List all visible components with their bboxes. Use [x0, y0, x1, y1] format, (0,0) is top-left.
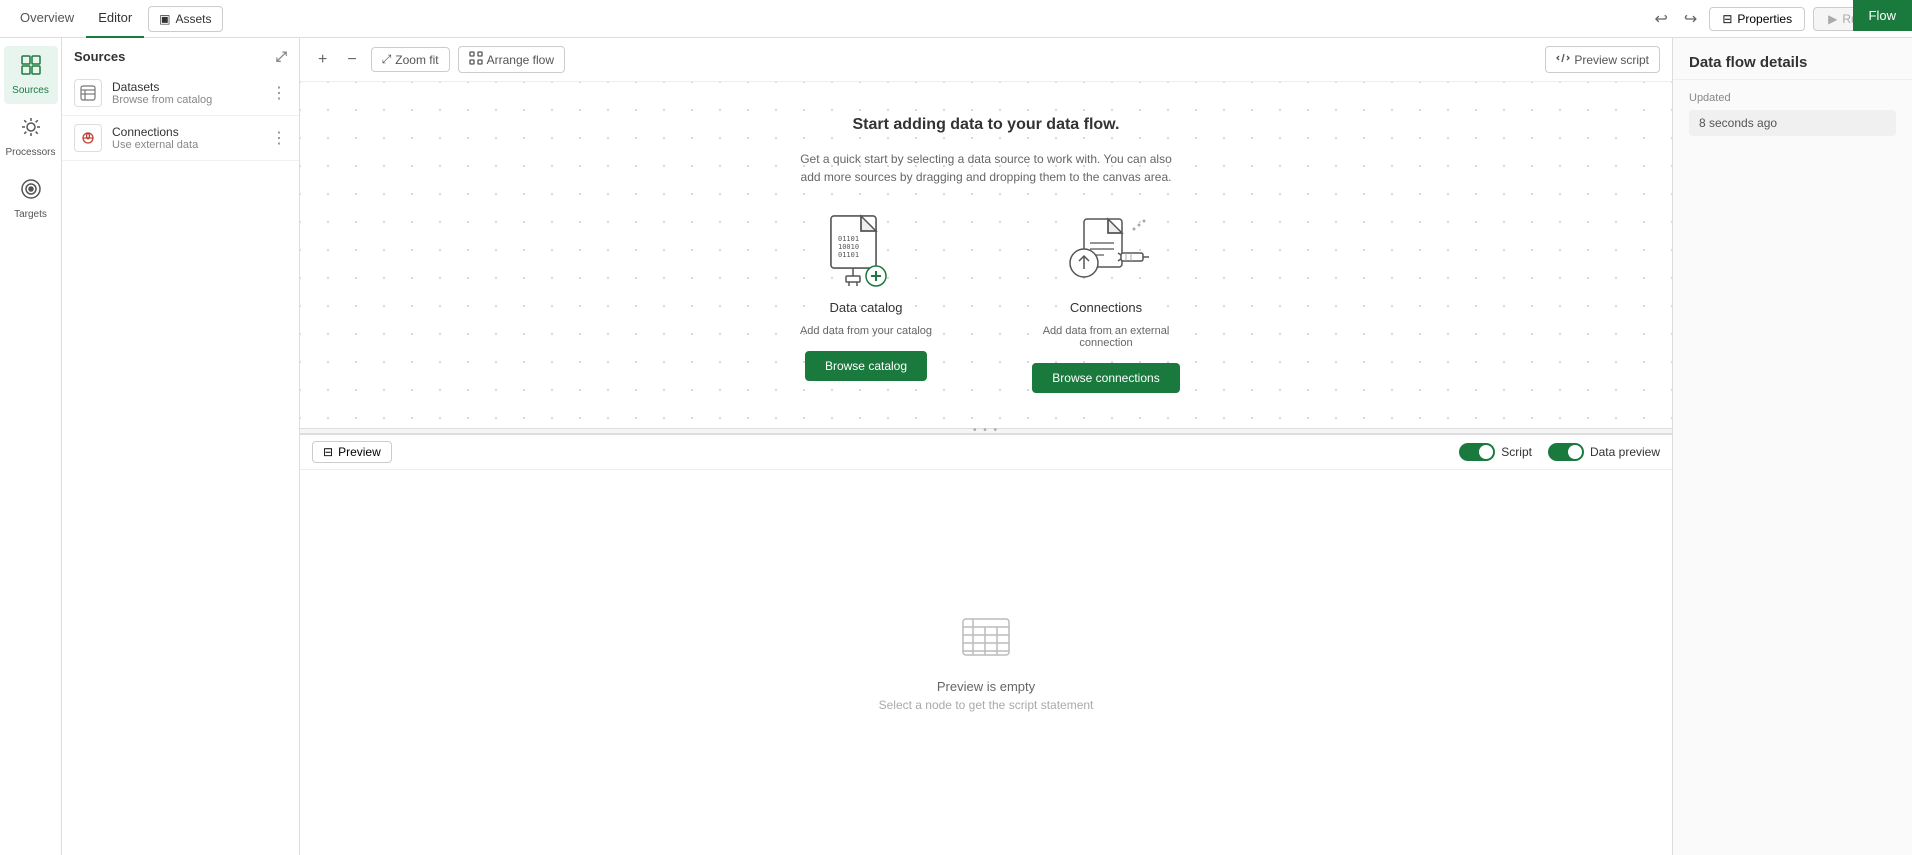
preview-label: Preview	[338, 445, 381, 459]
catalog-card-title: Data catalog	[830, 300, 903, 315]
canvas-toolbar-right: Preview script	[1545, 46, 1660, 73]
properties-label: Properties	[1737, 12, 1792, 26]
zoom-out-button[interactable]: −	[341, 47, 362, 73]
connections-card-title: Connections	[1070, 300, 1142, 315]
svg-text:01101: 01101	[838, 251, 859, 259]
source-item-connections[interactable]: Connections Use external data ⋮	[62, 116, 299, 161]
script-toggle[interactable]	[1459, 443, 1495, 461]
sources-icon	[20, 54, 42, 81]
canvas-heading: Start adding data to your data flow.	[853, 116, 1120, 134]
preview-script-label: Preview script	[1574, 53, 1649, 67]
main-layout: Sources Processors Targets	[0, 38, 1912, 855]
assets-label: Assets	[176, 12, 212, 26]
updated-value: 8 seconds ago	[1689, 110, 1896, 136]
browse-catalog-button[interactable]: Browse catalog	[805, 351, 927, 381]
preview-content: Preview is empty Select a node to get th…	[300, 469, 1672, 855]
zoom-fit-label: Zoom fit	[395, 53, 438, 67]
sidebar-item-targets[interactable]: Targets	[4, 170, 58, 228]
canvas-center: Start adding data to your data flow. Get…	[300, 82, 1672, 428]
connections-card: Connections Add data from an external co…	[1016, 210, 1196, 393]
connections-more-icon[interactable]: ⋮	[271, 128, 287, 148]
preview-button[interactable]: ⊟ Preview	[312, 441, 392, 463]
preview-bar-right: Script Data preview	[1459, 443, 1660, 461]
targets-icon	[20, 178, 42, 205]
script-toggle-label: Script	[1501, 445, 1532, 459]
zoom-in-button[interactable]: +	[312, 47, 333, 73]
preview-script-button[interactable]: Preview script	[1545, 46, 1660, 73]
datasets-title: Datasets	[112, 80, 261, 94]
source-item-datasets[interactable]: Datasets Browse from catalog ⋮	[62, 71, 299, 116]
preview-empty-title: Preview is empty	[937, 679, 1035, 694]
sidebar-item-sources[interactable]: Sources	[4, 46, 58, 104]
expand-icon[interactable]: ⤢	[276, 48, 287, 65]
connections-title: Connections	[112, 125, 261, 139]
data-preview-toggle-group: Data preview	[1548, 443, 1660, 461]
processors-icon	[20, 116, 42, 143]
script-toggle-group: Script	[1459, 443, 1532, 461]
preview-empty-subtitle: Select a node to get the script statemen…	[879, 698, 1094, 712]
arrange-flow-label: Arrange flow	[487, 53, 554, 67]
targets-label: Targets	[14, 209, 47, 220]
data-preview-toggle-label: Data preview	[1590, 445, 1660, 459]
connections-text: Connections Use external data	[112, 125, 261, 151]
svg-text:01101: 01101	[838, 235, 859, 243]
processors-label: Processors	[6, 147, 56, 158]
connections-card-icon	[1056, 210, 1156, 290]
datasets-text: Datasets Browse from catalog	[112, 80, 261, 106]
data-catalog-icon: 01101 10010 01101	[816, 210, 916, 290]
right-panel-updated: Updated 8 seconds ago	[1673, 80, 1912, 148]
preview-script-icon	[1556, 51, 1570, 68]
arrange-flow-button[interactable]: Arrange flow	[458, 46, 565, 73]
sources-label: Sources	[12, 85, 49, 96]
properties-icon: ⊟	[1722, 12, 1732, 26]
right-panel: Data flow details Updated 8 seconds ago	[1672, 38, 1912, 855]
sidebar-icons: Sources Processors Targets	[0, 38, 62, 855]
redo-button[interactable]: ↪	[1680, 5, 1701, 33]
run-flow-icon: ▶	[1828, 12, 1837, 26]
connections-icon	[74, 124, 102, 152]
top-nav: Overview Editor ▣ Assets ↩ ↪ ⊟ Propertie…	[0, 0, 1912, 38]
assets-icon: ▣	[159, 12, 170, 26]
preview-empty-icon	[961, 613, 1011, 667]
sidebar-item-processors[interactable]: Processors	[4, 108, 58, 166]
canvas-toolbar: + − ⤢ Zoom fit Arrange flow	[300, 38, 1672, 82]
right-panel-title: Data flow details	[1673, 38, 1912, 80]
arrange-flow-icon	[469, 51, 483, 68]
canvas-area: + − ⤢ Zoom fit Arrange flow	[300, 38, 1672, 855]
connections-subtitle: Use external data	[112, 139, 261, 151]
zoom-fit-button[interactable]: ⤢ Zoom fit	[371, 47, 450, 72]
datasets-more-icon[interactable]: ⋮	[271, 83, 287, 103]
properties-button[interactable]: ⊟ Properties	[1709, 7, 1805, 31]
undo-button[interactable]: ↩	[1651, 5, 1672, 33]
updated-label: Updated	[1689, 92, 1896, 104]
preview-bar: ⊟ Preview Script Data preview	[300, 434, 1672, 469]
browse-connections-button[interactable]: Browse connections	[1032, 363, 1179, 393]
tab-overview[interactable]: Overview	[8, 0, 86, 38]
data-preview-toggle[interactable]	[1548, 443, 1584, 461]
sources-panel: Sources ⤢ Datasets Browse from catalog ⋮	[62, 38, 300, 855]
flow-tab[interactable]: Flow	[1853, 0, 1912, 31]
data-catalog-card: 01101 10010 01101	[776, 210, 956, 393]
tab-editor[interactable]: Editor	[86, 0, 144, 38]
datasets-icon	[74, 79, 102, 107]
catalog-card-subtitle: Add data from your catalog	[800, 325, 932, 337]
sources-title: Sources	[74, 49, 125, 64]
sources-header: Sources ⤢	[62, 38, 299, 71]
connections-card-subtitle: Add data from an external connection	[1016, 325, 1196, 349]
canvas-subtext: Get a quick start by selecting a data so…	[796, 150, 1176, 186]
canvas-cards: 01101 10010 01101	[776, 210, 1196, 393]
svg-text:10010: 10010	[838, 243, 859, 251]
preview-icon: ⊟	[323, 445, 333, 459]
zoom-fit-icon: ⤢	[382, 52, 392, 67]
assets-button[interactable]: ▣ Assets	[148, 6, 222, 32]
sources-header-icons: ⤢	[276, 48, 287, 65]
canvas-content: Start adding data to your data flow. Get…	[300, 82, 1672, 428]
datasets-subtitle: Browse from catalog	[112, 94, 261, 106]
